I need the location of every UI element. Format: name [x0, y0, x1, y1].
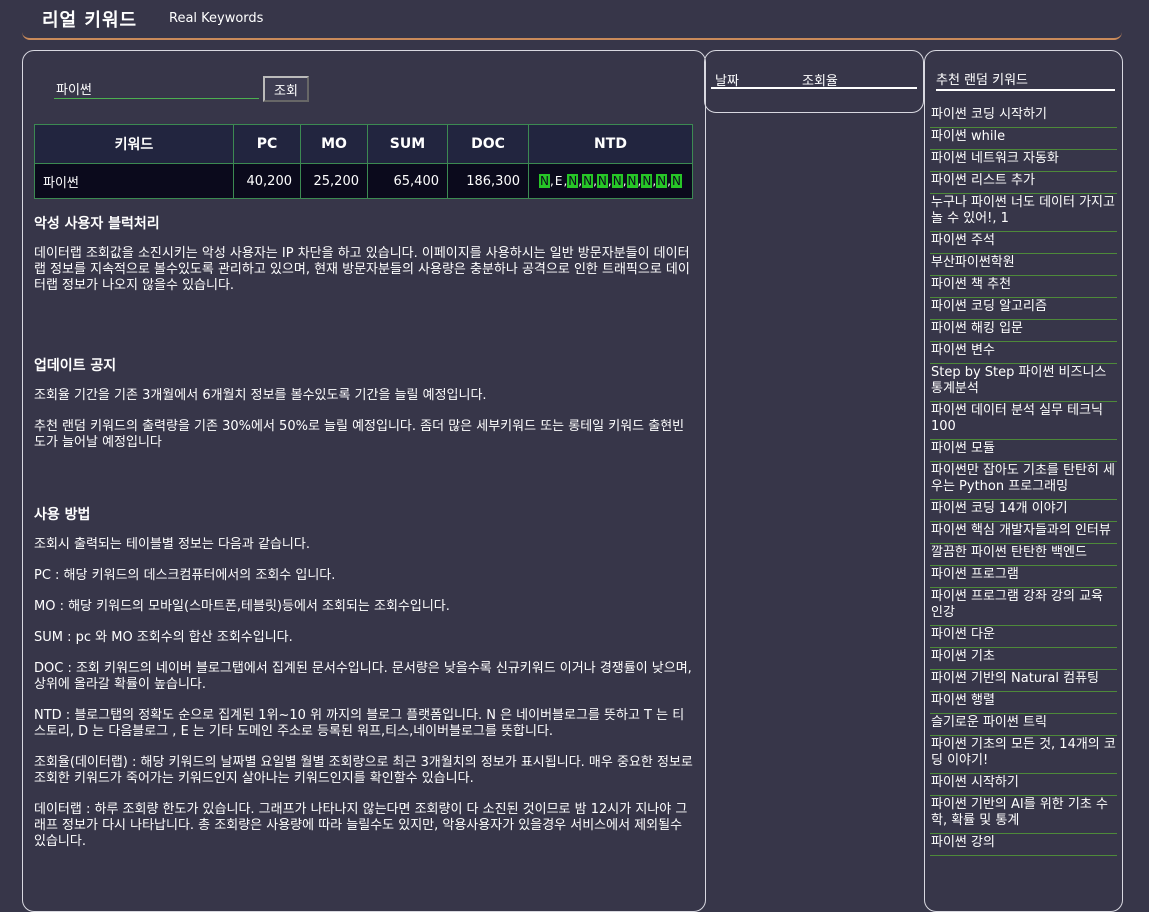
- usage-text: NTD : 블로그탭의 정확도 순으로 집계된 1위~10 위 까지의 블로그 …: [34, 708, 685, 739]
- ntd-badge: N: [626, 174, 638, 188]
- search-button[interactable]: 조회: [263, 76, 309, 102]
- ntd-badge: N: [567, 174, 579, 188]
- recommend-keyword-link[interactable]: 파이썬 리스트 추가: [930, 172, 1117, 194]
- recommend-keyword-link[interactable]: 파이썬 기초의 모든 것, 14개의 코딩 이야기!: [930, 736, 1117, 774]
- usage-text: 조회시 출력되는 테이블별 정보는 다음과 같습니다.: [34, 537, 310, 552]
- notice-title-usage: 사용 방법: [34, 507, 91, 523]
- recommend-keyword-link[interactable]: 파이썬 강의: [930, 834, 1117, 856]
- recommend-keyword-link[interactable]: 파이썬 데이터 분석 실무 테크닉 100: [930, 402, 1117, 440]
- ntd-badge: N: [670, 174, 682, 188]
- cell-sum: 65,400: [367, 163, 448, 199]
- recommend-list: 파이썬 코딩 시작하기 파이썬 while 파이썬 네트워크 자동화 파이썬 리스트 …: [930, 106, 1117, 856]
- col-views: 조회율: [802, 74, 838, 89]
- col-sum: SUM: [367, 124, 448, 164]
- site-logo-title[interactable]: 리얼 키워드: [42, 6, 137, 32]
- recommend-keyword-link[interactable]: 파이썬 프로그램: [930, 566, 1117, 588]
- col-pc: PC: [233, 124, 301, 164]
- recommend-panel: 추천 랜덤 키워드 파이썬 코딩 시작하기 파이썬 while 파이썬 네트워크 자…: [924, 50, 1123, 912]
- usage-text: 조회율(데이터랩) : 해당 키워드의 날짜별 요일별 월별 조회량으로 최근 …: [34, 755, 693, 786]
- recommend-keyword-link[interactable]: 파이썬 행렬: [930, 692, 1117, 714]
- recommend-keyword-link[interactable]: 파이썬 주석: [930, 232, 1117, 254]
- notice-title-block: 악성 사용자 블럭처리: [34, 216, 160, 232]
- table-header-row: 키워드 PC MO SUM DOC NTD: [34, 124, 693, 164]
- recommend-keyword-link[interactable]: 파이썬 기반의 AI를 위한 기초 수학, 확률 및 통계: [930, 796, 1117, 834]
- usage-text: DOC : 조회 키워드의 네이버 블로그탭에서 집계된 문서수입니다. 문서량…: [34, 661, 692, 692]
- usage-text: PC : 해당 키워드의 데스크컴퓨터에서의 조회수 입니다.: [34, 568, 336, 583]
- notice-title-update: 업데이트 공지: [34, 358, 117, 374]
- keyword-table: 키워드 PC MO SUM DOC NTD 파이썬 40,200 25,200 …: [34, 124, 693, 199]
- search-input[interactable]: [54, 78, 259, 99]
- notice-text-update: 추천 랜덤 키워드의 출력량을 기존 30%에서 50%로 늘릴 예정입니다. …: [34, 419, 685, 450]
- cell-keyword: 파이썬: [34, 163, 234, 199]
- recommend-keyword-link[interactable]: 파이썬 코딩 14개 이야기: [930, 500, 1117, 522]
- col-doc: DOC: [447, 124, 529, 164]
- recommend-keyword-link[interactable]: 부산파이썬학원: [930, 254, 1117, 276]
- notice-content: 악성 사용자 블럭처리 데이터랩 조회값을 소진시키는 악성 사용자는 IP 차…: [34, 216, 694, 865]
- cell-pc: 40,200: [233, 163, 301, 199]
- recommend-keyword-link[interactable]: 파이썬 코딩 알고리즘: [930, 298, 1117, 320]
- usage-text: SUM : pc 와 MO 조회수의 합산 조회수입니다.: [34, 630, 293, 645]
- ntd-badge: N: [582, 174, 594, 188]
- recommend-keyword-link[interactable]: 누구나 파이썬 너도 데이터 가지고 놀 수 있어!, 1: [930, 194, 1117, 232]
- recommend-keyword-link[interactable]: 파이썬만 잡아도 기초를 탄탄히 세우는 Python 프로그래밍: [930, 462, 1117, 500]
- ntd-badge: N: [539, 174, 551, 188]
- col-date: 날짜: [715, 74, 739, 89]
- usage-text: 데이터랩 : 하루 조회량 한도가 있습니다. 그래프가 나타나지 않는다면 조…: [34, 802, 688, 849]
- date-table-header: 날짜 조회율: [711, 70, 917, 89]
- recommend-keyword-link[interactable]: 파이썬 프로그램 강좌 강의 교육 인강: [930, 588, 1117, 626]
- cell-ntd: N,E,N,N,N,N,N,N,N,N: [528, 163, 693, 199]
- recommend-keyword-link[interactable]: 파이썬 네트워크 자동화: [930, 150, 1117, 172]
- ntd-badge: E: [554, 174, 563, 188]
- recommend-keyword-link[interactable]: 파이썬 코딩 시작하기: [930, 106, 1117, 128]
- recommend-keyword-link[interactable]: 슬기로운 파이썬 트릭: [930, 714, 1117, 736]
- recommend-keyword-link[interactable]: 파이썬 핵심 개발자들과의 인터뷰: [930, 522, 1117, 544]
- col-mo: MO: [300, 124, 368, 164]
- main-panel: 조회 키워드 PC MO SUM DOC NTD 파이썬 40,200 25,2…: [22, 50, 706, 912]
- recommend-keyword-link[interactable]: 파이썬 책 추천: [930, 276, 1117, 298]
- recommend-keyword-link[interactable]: 파이썬 시작하기: [930, 774, 1117, 796]
- cell-doc: 186,300: [447, 163, 529, 199]
- recommend-keyword-link[interactable]: 파이썬 기반의 Natural 컴퓨팅: [930, 670, 1117, 692]
- site-subtitle: Real Keywords: [169, 11, 264, 26]
- table-row: 파이썬 40,200 25,200 65,400 186,300 N,E,N,N…: [34, 163, 693, 199]
- usage-text: MO : 해당 키워드의 모바일(스마트폰,테블릿)등에서 조회되는 조회수입니…: [34, 599, 450, 614]
- col-ntd: NTD: [528, 124, 693, 164]
- recommend-keyword-link[interactable]: 파이썬 변수: [930, 342, 1117, 364]
- recommend-keyword-link[interactable]: 파이썬 while: [930, 128, 1117, 150]
- recommend-keyword-link[interactable]: 파이썬 다운: [930, 626, 1117, 648]
- notice-text-block: 데이터랩 조회값을 소진시키는 악성 사용자는 IP 차단을 하고 있습니다. …: [34, 246, 690, 293]
- recommend-keyword-link[interactable]: 파이썬 기초: [930, 648, 1117, 670]
- date-views-panel: 날짜 조회율: [704, 50, 924, 113]
- recommend-keyword-link[interactable]: 파이썬 모듈: [930, 440, 1117, 462]
- ntd-badge: N: [656, 174, 668, 188]
- recommend-title: 추천 랜덤 키워드: [936, 69, 1115, 91]
- recommend-keyword-link[interactable]: 깔끔한 파이썬 탄탄한 백엔드: [930, 544, 1117, 566]
- cell-mo: 25,200: [300, 163, 368, 199]
- ntd-badge: N: [641, 174, 653, 188]
- recommend-keyword-link[interactable]: Step by Step 파이썬 비즈니스 통계분석: [930, 364, 1117, 402]
- notice-text-update: 조회율 기간을 기존 3개월에서 6개월치 정보를 볼수있도록 기간을 늘릴 예…: [34, 388, 487, 403]
- site-header: 리얼 키워드 Real Keywords: [22, 0, 1122, 40]
- ntd-badge: N: [611, 174, 623, 188]
- col-keyword: 키워드: [34, 124, 234, 164]
- ntd-badge: N: [596, 174, 608, 188]
- recommend-keyword-link[interactable]: 파이썬 해킹 입문: [930, 320, 1117, 342]
